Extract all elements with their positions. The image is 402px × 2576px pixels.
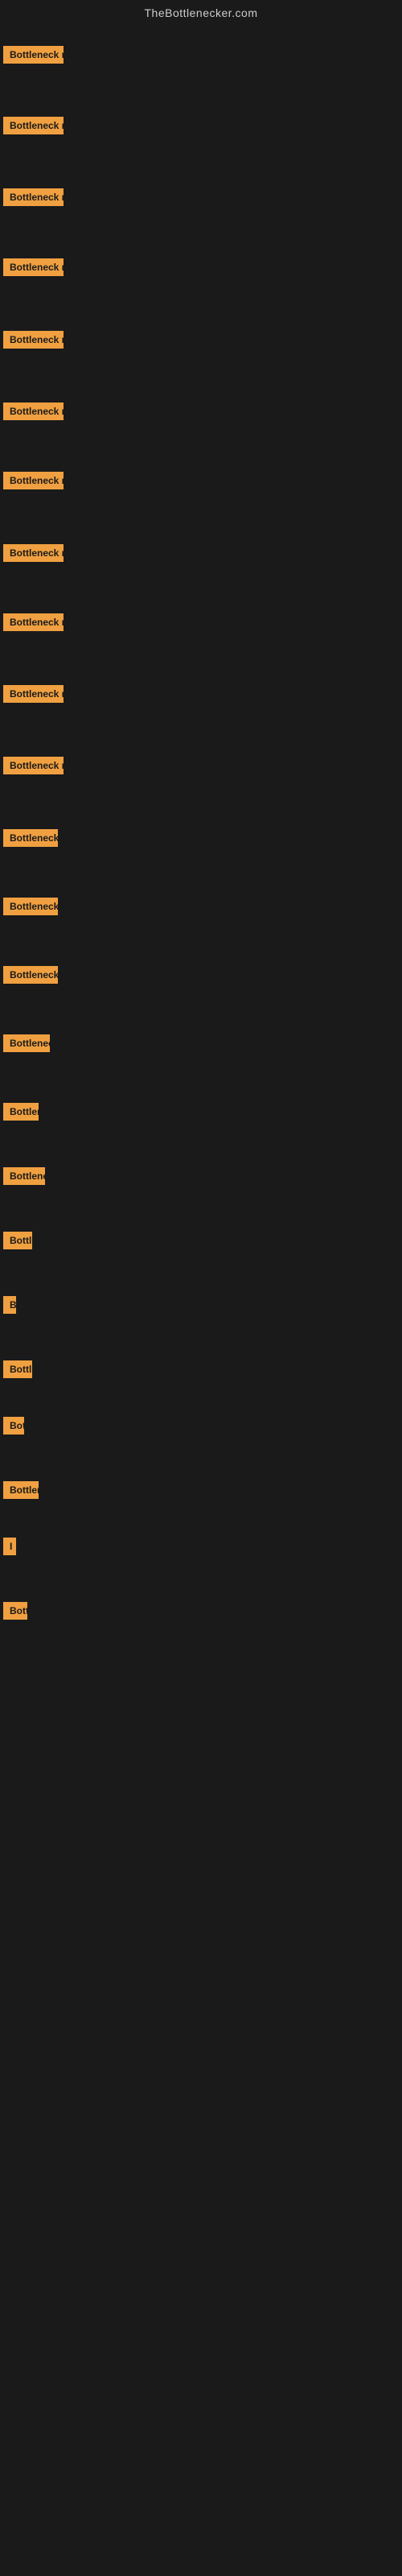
site-title: TheBottlenecker.com [0,0,402,26]
bottleneck-bar[interactable]: Bott [3,1602,27,1620]
bottleneck-bar[interactable]: Bottleneck result [3,757,64,774]
bar-row: Bottleneck [0,1167,47,1189]
bottleneck-bar[interactable]: I [3,1538,16,1555]
bottleneck-bar[interactable]: Bottleneck r [3,1034,50,1052]
bottleneck-bar[interactable]: Bottleneck result [3,331,64,349]
bottleneck-bar[interactable]: Bottleneck resu [3,966,58,984]
bottleneck-bar[interactable]: Bottl [3,1232,32,1249]
bottleneck-bar[interactable]: Bottleneck result [3,613,64,631]
bar-row: Bottl [0,1232,34,1253]
bar-row: Bottleneck result [0,402,65,424]
bottleneck-bar[interactable]: B [3,1296,16,1314]
bar-row: Bottleneck result [0,613,65,635]
bar-row: Bottl [0,1360,34,1382]
bar-row: Bottleneck result [0,117,65,138]
bar-row: Bot [0,1417,26,1439]
bar-row: Bottleneck r [0,1034,51,1056]
bar-row: Bottleneck result [0,685,65,707]
bar-row: B [0,1296,18,1318]
bottleneck-bar[interactable]: Bot [3,1417,24,1435]
bar-row: Bott [0,1602,29,1624]
bar-row: Bottleneck result [0,258,65,280]
bottleneck-bar[interactable]: Bottleneck result [3,685,64,703]
bottleneck-bar[interactable]: Bottlen [3,1481,39,1499]
bottleneck-bar[interactable]: Bottleneck resu [3,829,58,847]
bar-row: Bottleneck resu [0,966,59,988]
bar-row: Bottleneck resu [0,829,59,851]
bottleneck-bar[interactable]: Bottleneck result [3,258,64,276]
bar-row: Bottlen [0,1103,40,1125]
bar-row: Bottleneck result [0,472,65,493]
bottleneck-bar[interactable]: Bottleneck result [3,117,64,134]
bottleneck-bar[interactable]: Bottleneck resu [3,898,58,915]
bottleneck-bar[interactable]: Bottleneck [3,1167,45,1185]
bottleneck-bar[interactable]: Bottleneck result [3,402,64,420]
bar-row: Bottlen [0,1481,40,1503]
bar-row: Bottleneck result [0,188,65,210]
bar-row: I [0,1538,18,1559]
bar-row: Bottleneck result [0,544,65,566]
bar-row: Bottleneck result [0,757,65,778]
bottleneck-bar[interactable]: Bottleneck result [3,46,64,64]
bar-row: Bottleneck resu [0,898,59,919]
bar-row: Bottleneck result [0,46,65,68]
bottleneck-bar[interactable]: Bottlen [3,1103,39,1121]
bottleneck-bar[interactable]: Bottl [3,1360,32,1378]
bottleneck-bar[interactable]: Bottleneck result [3,188,64,206]
bottleneck-bar[interactable]: Bottleneck result [3,544,64,562]
bottleneck-bar[interactable]: Bottleneck result [3,472,64,489]
bar-row: Bottleneck result [0,331,65,353]
